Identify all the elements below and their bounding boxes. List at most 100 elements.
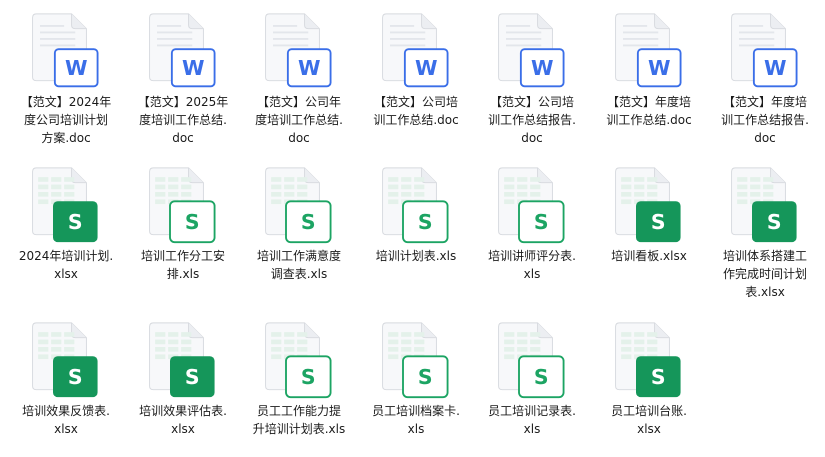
- svg-text:S: S: [185, 365, 200, 389]
- file-item[interactable]: S 员工培训台账. xlsx: [591, 309, 707, 454]
- file-name: 2024年培训计划. xlsx: [18, 249, 114, 281]
- file-name: 【范文】年度培 训工作总结报告. doc: [721, 95, 809, 145]
- file-item[interactable]: W 【范文】2025年 度培训工作总结. doc: [125, 0, 241, 145]
- file-icon-graphic: S: [32, 167, 98, 243]
- file-icon-graphic: W: [382, 13, 449, 88]
- file-icon-graphic: W: [731, 13, 798, 88]
- svg-text:S: S: [534, 365, 549, 389]
- file-icon-graphic: S: [382, 322, 449, 399]
- file-name: 员工工作能力提 升培训计划表.xls: [252, 404, 346, 436]
- word-document-icon: W: [241, 0, 357, 92]
- svg-text:W: W: [531, 56, 554, 80]
- svg-text:S: S: [68, 365, 83, 389]
- svg-text:W: W: [182, 56, 205, 80]
- file-item[interactable]: S 培训计划表.xls: [358, 154, 474, 299]
- svg-text:S: S: [418, 210, 433, 234]
- svg-text:W: W: [648, 56, 671, 80]
- svg-text:S: S: [651, 210, 666, 234]
- file-item[interactable]: S 培训工作分工安 排.xls: [125, 154, 241, 299]
- svg-text:S: S: [418, 365, 433, 389]
- file-grid: W 【范文】2024年 度公司培训计划 方案.doc W 【范文】2025年 度培训工…: [0, 0, 825, 457]
- svg-text:W: W: [298, 56, 321, 80]
- file-name: 培训计划表.xls: [375, 249, 457, 263]
- file-icon-graphic: S: [265, 167, 332, 244]
- file-item[interactable]: W 【范文】公司培 训工作总结报告. doc: [474, 0, 590, 145]
- file-icon-graphic: W: [615, 13, 682, 88]
- file-icon-graphic: S: [615, 167, 681, 243]
- word-document-icon: W: [591, 0, 707, 92]
- file-name: 培训效果评估表. xlsx: [139, 404, 227, 436]
- file-item[interactable]: W 【范文】公司培 训工作总结.doc: [358, 0, 474, 145]
- file-item[interactable]: W 【范文】公司年 度培训工作总结. doc: [241, 0, 357, 145]
- file-icon-graphic: S: [149, 322, 215, 398]
- file-item[interactable]: S 培训体系搭建工 作完成时间计划 表.xlsx: [707, 154, 823, 299]
- file-icon-graphic: S: [32, 322, 98, 398]
- svg-text:S: S: [301, 210, 316, 234]
- file-name: 员工培训记录表. xls: [488, 404, 576, 436]
- xlsx-spreadsheet-icon: S: [125, 309, 241, 401]
- file-item[interactable]: W 【范文】2024年 度公司培训计划 方案.doc: [8, 0, 124, 145]
- xlsx-spreadsheet-icon: S: [8, 309, 124, 401]
- file-icon-graphic: S: [498, 167, 565, 244]
- xls-spreadsheet-icon: S: [358, 154, 474, 246]
- file-item[interactable]: S 培训看板.xlsx: [591, 154, 707, 299]
- file-item[interactable]: S 员工工作能力提 升培训计划表.xls: [241, 309, 357, 454]
- svg-text:W: W: [65, 56, 88, 80]
- xls-spreadsheet-icon: S: [474, 154, 590, 246]
- word-document-icon: W: [125, 0, 241, 92]
- file-name: 【范文】年度培 训工作总结.doc: [606, 95, 692, 127]
- svg-text:S: S: [534, 210, 549, 234]
- xls-spreadsheet-icon: S: [358, 309, 474, 401]
- file-item[interactable]: W 【范文】年度培 训工作总结.doc: [591, 0, 707, 145]
- file-name: 培训看板.xlsx: [611, 249, 687, 263]
- file-item[interactable]: W 【范文】年度培 训工作总结报告. doc: [707, 0, 823, 145]
- file-icon-graphic: W: [265, 13, 332, 88]
- file-name: 【范文】公司培 训工作总结.doc: [373, 95, 459, 127]
- file-item[interactable]: S 培训工作满意度 调查表.xls: [241, 154, 357, 299]
- file-name: 员工培训档案卡. xls: [372, 404, 460, 436]
- file-icon-graphic: S: [265, 322, 332, 399]
- svg-text:S: S: [68, 210, 83, 234]
- file-item[interactable]: S 培训效果评估表. xlsx: [125, 309, 241, 454]
- file-name: 培训讲师评分表. xls: [488, 249, 576, 281]
- file-name: 培训工作分工安 排.xls: [140, 249, 225, 281]
- file-name: 培训体系搭建工 作完成时间计划 表.xlsx: [722, 249, 807, 299]
- file-item[interactable]: S 培训效果反馈表. xlsx: [8, 309, 124, 454]
- file-icon-graphic: S: [615, 322, 681, 398]
- xlsx-spreadsheet-icon: S: [591, 309, 707, 401]
- svg-text:S: S: [651, 365, 666, 389]
- word-document-icon: W: [707, 0, 823, 92]
- word-document-icon: W: [474, 0, 590, 92]
- file-item[interactable]: S 员工培训档案卡. xls: [358, 309, 474, 454]
- xlsx-spreadsheet-icon: S: [707, 154, 823, 246]
- file-item[interactable]: S 2024年培训计划. xlsx: [8, 154, 124, 299]
- svg-text:W: W: [415, 56, 438, 80]
- file-item[interactable]: S 员工培训记录表. xls: [474, 309, 590, 454]
- file-icon-graphic: S: [382, 167, 449, 244]
- file-name: 【范文】2024年 度公司培训计划 方案.doc: [20, 95, 112, 145]
- file-icon-graphic: W: [149, 13, 216, 88]
- xls-spreadsheet-icon: S: [241, 309, 357, 401]
- xls-spreadsheet-icon: S: [125, 154, 241, 246]
- xlsx-spreadsheet-icon: S: [591, 154, 707, 246]
- file-icon-graphic: W: [498, 13, 565, 88]
- word-document-icon: W: [358, 0, 474, 92]
- svg-text:S: S: [767, 210, 782, 234]
- xls-spreadsheet-icon: S: [241, 154, 357, 246]
- file-name: 【范文】公司年 度培训工作总结. doc: [255, 95, 343, 145]
- file-item[interactable]: S 培训讲师评分表. xls: [474, 154, 590, 299]
- file-icon-graphic: W: [32, 13, 99, 88]
- file-name: 【范文】公司培 训工作总结报告. doc: [488, 95, 576, 145]
- file-name: 培训效果反馈表. xlsx: [22, 404, 110, 436]
- svg-text:W: W: [764, 56, 787, 80]
- file-name: 员工培训台账. xlsx: [611, 404, 687, 436]
- file-icon-graphic: S: [149, 167, 216, 244]
- svg-text:S: S: [301, 365, 316, 389]
- file-name: 培训工作满意度 调查表.xls: [256, 249, 341, 281]
- file-icon-graphic: S: [498, 322, 565, 399]
- xls-spreadsheet-icon: S: [474, 309, 590, 401]
- svg-text:S: S: [185, 210, 200, 234]
- file-name: 【范文】2025年 度培训工作总结. doc: [137, 95, 229, 145]
- xlsx-spreadsheet-icon: S: [8, 154, 124, 246]
- file-icon-graphic: S: [731, 167, 797, 243]
